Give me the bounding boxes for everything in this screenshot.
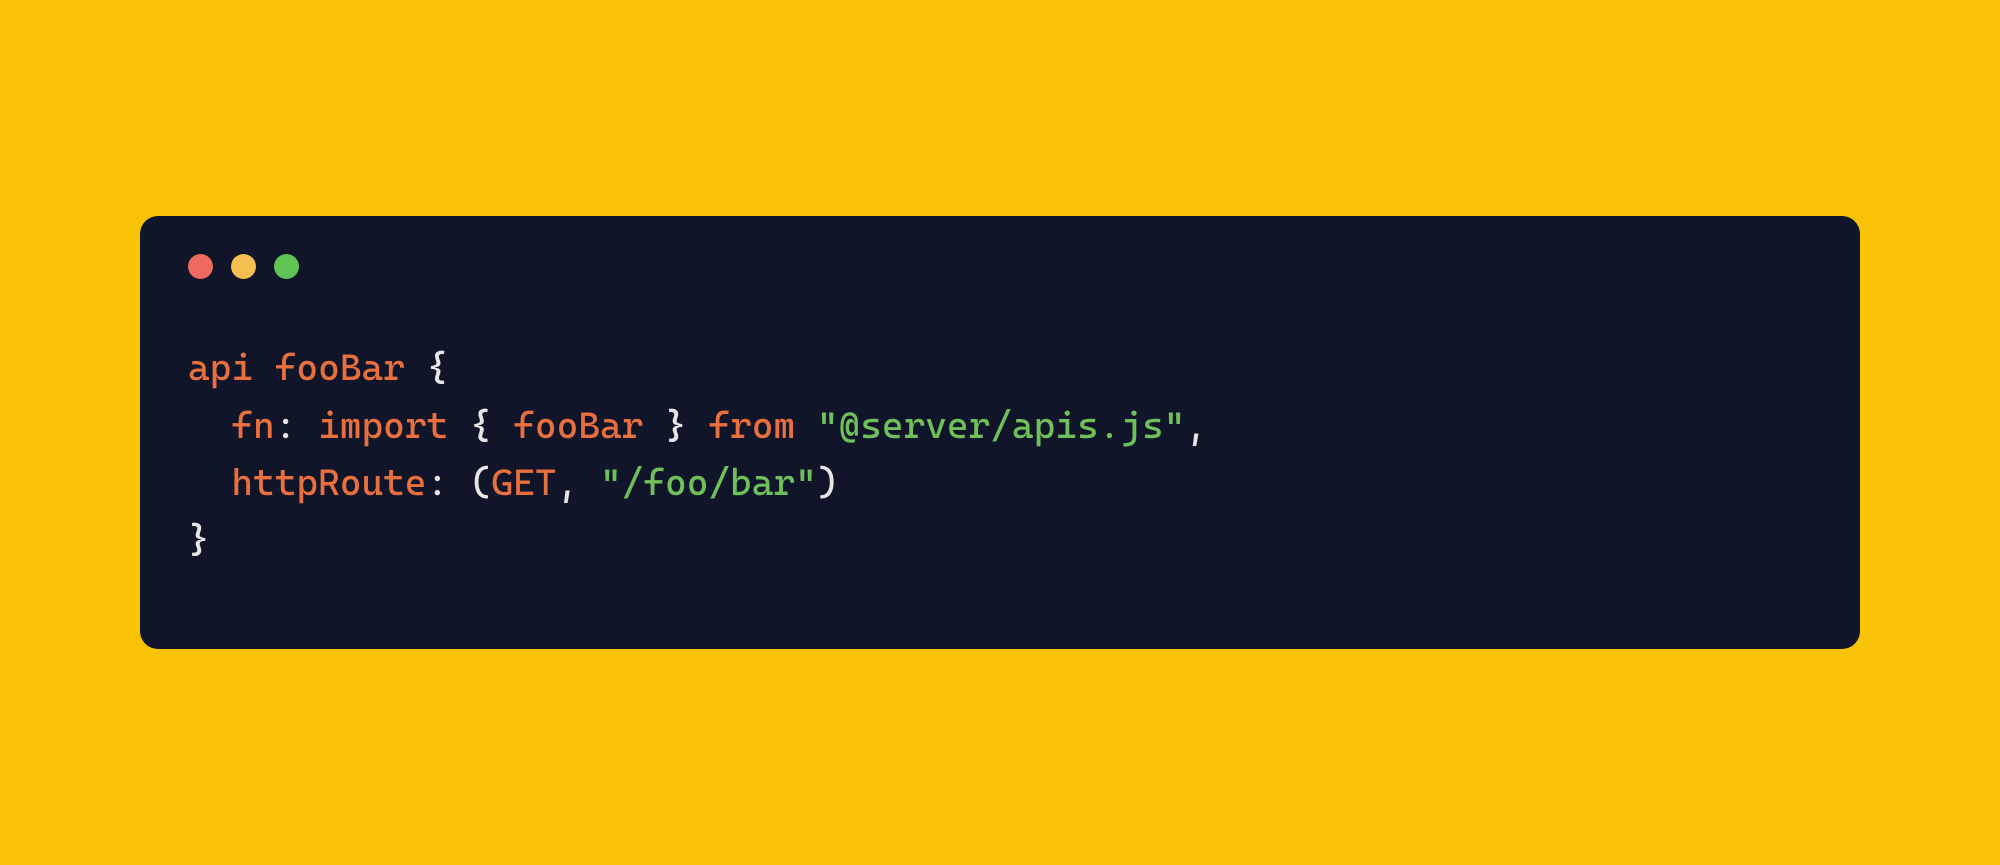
brace-right: } (665, 404, 687, 447)
minimize-icon (231, 254, 256, 279)
maximize-icon (274, 254, 299, 279)
colon: : (426, 461, 448, 504)
code-line-3: httpRoute: (GET, "/foo/bar") (188, 461, 838, 504)
close-icon (188, 254, 213, 279)
brace-left: { (470, 404, 492, 447)
string-route-path: "/foo/bar" (600, 461, 817, 504)
property-httproute: httpRoute (231, 461, 426, 504)
code-window: api fooBar { fn: import { fooBar } from … (140, 216, 1860, 648)
keyword-from: from (708, 404, 795, 447)
window-traffic-lights (188, 254, 1812, 279)
identifier-foobar: fooBar (275, 346, 405, 389)
import-identifier: fooBar (513, 404, 643, 447)
code-block: api fooBar { fn: import { fooBar } from … (188, 339, 1812, 568)
comma: , (557, 461, 579, 504)
property-fn: fn (231, 404, 274, 447)
keyword-import: import (318, 404, 448, 447)
code-line-1: api fooBar { (188, 346, 448, 389)
comma: , (1185, 404, 1207, 447)
brace-open: { (427, 346, 449, 389)
paren-right: ) (817, 461, 839, 504)
keyword-api: api (188, 346, 253, 389)
code-line-4: } (188, 518, 210, 561)
paren-left: ( (470, 461, 492, 504)
colon: : (275, 404, 297, 447)
brace-close: } (188, 518, 210, 561)
string-module-path: "@server/apis.js" (817, 404, 1186, 447)
http-method: GET (492, 461, 557, 504)
code-line-2: fn: import { fooBar } from "@server/apis… (188, 404, 1207, 447)
